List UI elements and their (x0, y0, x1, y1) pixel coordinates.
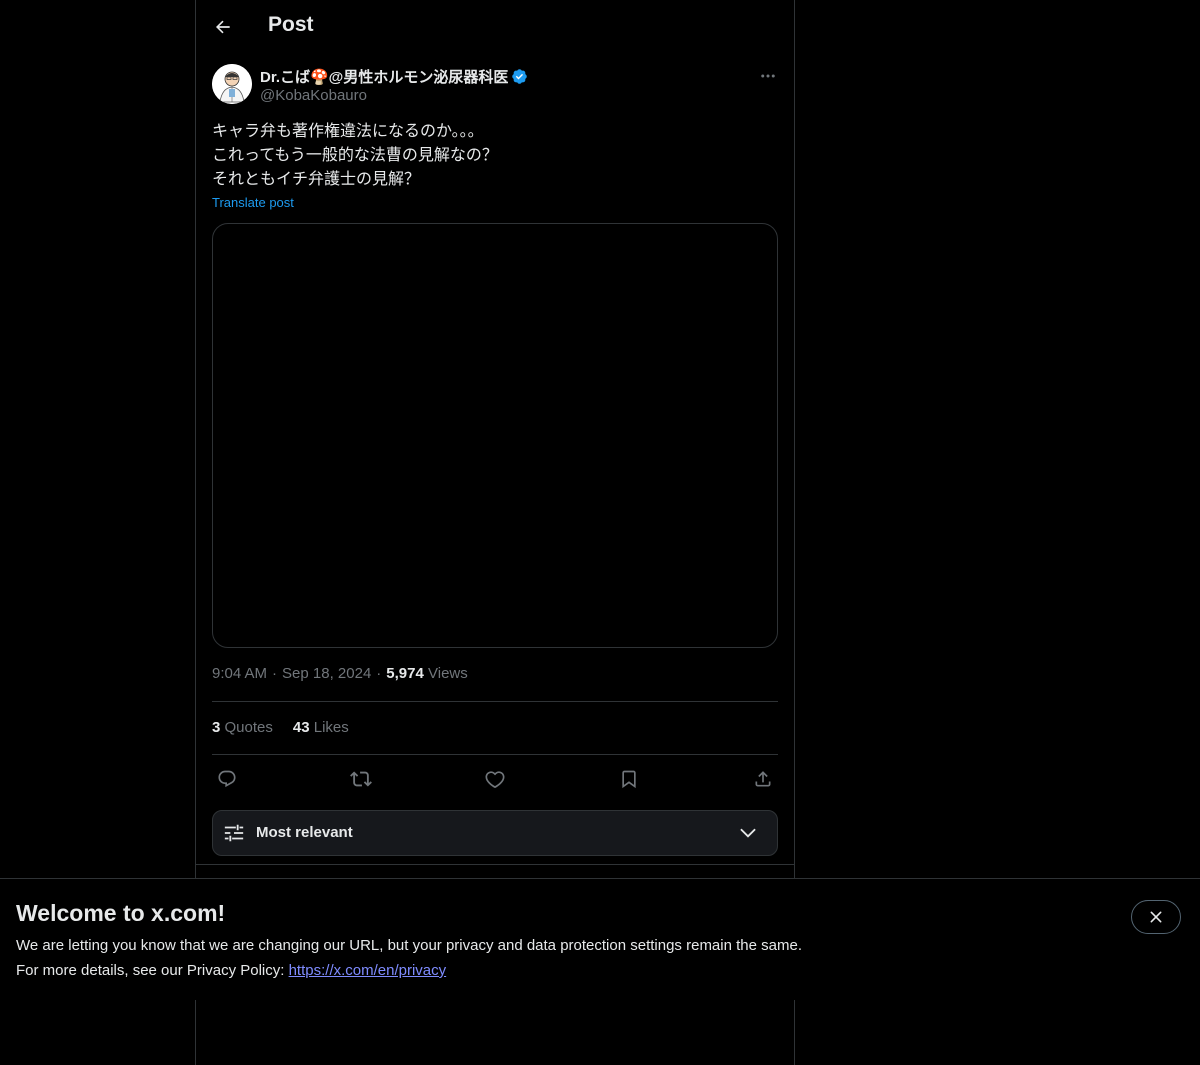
doctor-avatar-icon (212, 64, 252, 104)
sort-label: Most relevant (256, 824, 353, 841)
divider (212, 754, 778, 755)
share-icon (755, 771, 771, 787)
banner-message: We are letting you know that we are chan… (16, 937, 802, 954)
post-media[interactable] (212, 223, 778, 648)
url-change-banner: Welcome to x.com! We are letting you kno… (0, 878, 1200, 1000)
likes-stat[interactable]: 43 Likes (293, 719, 349, 736)
bookmark-icon (622, 770, 636, 789)
bookmark-button[interactable] (616, 766, 642, 792)
post-time[interactable]: 9:04 AM (212, 665, 267, 682)
post: Dr.こば🍄@男性ホルモン泌尿器科医 @KobaKobauro キャラ弁も著作権… (212, 64, 778, 856)
reply-sort-dropdown[interactable]: Most relevant (212, 810, 778, 856)
post-text-line: キャラ弁も著作権違法になるのか。。。 (212, 123, 484, 140)
repost-icon (350, 771, 372, 787)
privacy-policy-link[interactable]: https://x.com/en/privacy (289, 962, 447, 979)
likes-count: 43 (292, 719, 310, 736)
separator-dot: · (376, 665, 382, 682)
back-button[interactable] (210, 14, 236, 40)
post-meta: 9:04 AM · Sep 18, 2024 · 5,974 Views (212, 665, 468, 682)
more-options-button[interactable] (758, 66, 778, 86)
more-horizontal-icon (761, 74, 775, 78)
reply-icon (218, 770, 236, 788)
views-count: 5,974 (386, 665, 424, 682)
like-icon (485, 771, 505, 789)
banner-privacy-line: For more details, see our Privacy Policy… (16, 962, 446, 979)
banner-close-button[interactable] (1131, 900, 1181, 934)
banner-title: Welcome to x.com! (16, 900, 226, 926)
like-button[interactable] (482, 766, 508, 792)
separator-dot: · (272, 665, 278, 682)
translate-post-link[interactable]: Translate post (212, 195, 294, 210)
share-button[interactable] (750, 766, 776, 792)
author-row: Dr.こば🍄@男性ホルモン泌尿器科医 @KobaKobauro (212, 64, 778, 106)
quotes-count: 3 (212, 719, 221, 736)
close-icon (1150, 911, 1162, 923)
post-date[interactable]: Sep 18, 2024 (282, 665, 371, 682)
arrow-left-icon (216, 20, 230, 34)
views-label: Views (428, 665, 468, 682)
author-name-text: Dr.こば🍄@男性ホルモン泌尿器科医 (260, 69, 509, 86)
likes-label: Likes (313, 719, 349, 736)
avatar[interactable] (212, 64, 252, 104)
page-header: Post (196, 0, 794, 54)
post-text: キャラ弁も著作権違法になるのか。。。 これってもう一般的な法曹の見解なの？ それ… (212, 120, 498, 192)
author-name[interactable]: Dr.こば🍄@男性ホルモン泌尿器科医 (260, 66, 528, 87)
verified-badge-icon (511, 68, 528, 85)
banner-privacy-prefix: For more details, see our Privacy Policy… (16, 962, 289, 979)
page-title: Post (268, 13, 314, 36)
sliders-icon (223, 822, 245, 844)
post-stats: 3 Quotes 43 Likes (212, 719, 369, 736)
quotes-label: Quotes (224, 719, 273, 736)
author-handle[interactable]: @KobaKobauro (260, 87, 367, 104)
post-actions (212, 764, 778, 794)
reply-button[interactable] (214, 766, 240, 792)
quotes-stat[interactable]: 3 Quotes (212, 719, 273, 736)
repost-button[interactable] (348, 766, 374, 792)
post-text-line: それともイチ弁護士の見解？ (212, 171, 421, 188)
post-text-line: これってもう一般的な法曹の見解なの？ (212, 147, 498, 164)
divider (212, 701, 778, 702)
divider (196, 864, 794, 865)
chevron-down-icon (737, 822, 759, 844)
